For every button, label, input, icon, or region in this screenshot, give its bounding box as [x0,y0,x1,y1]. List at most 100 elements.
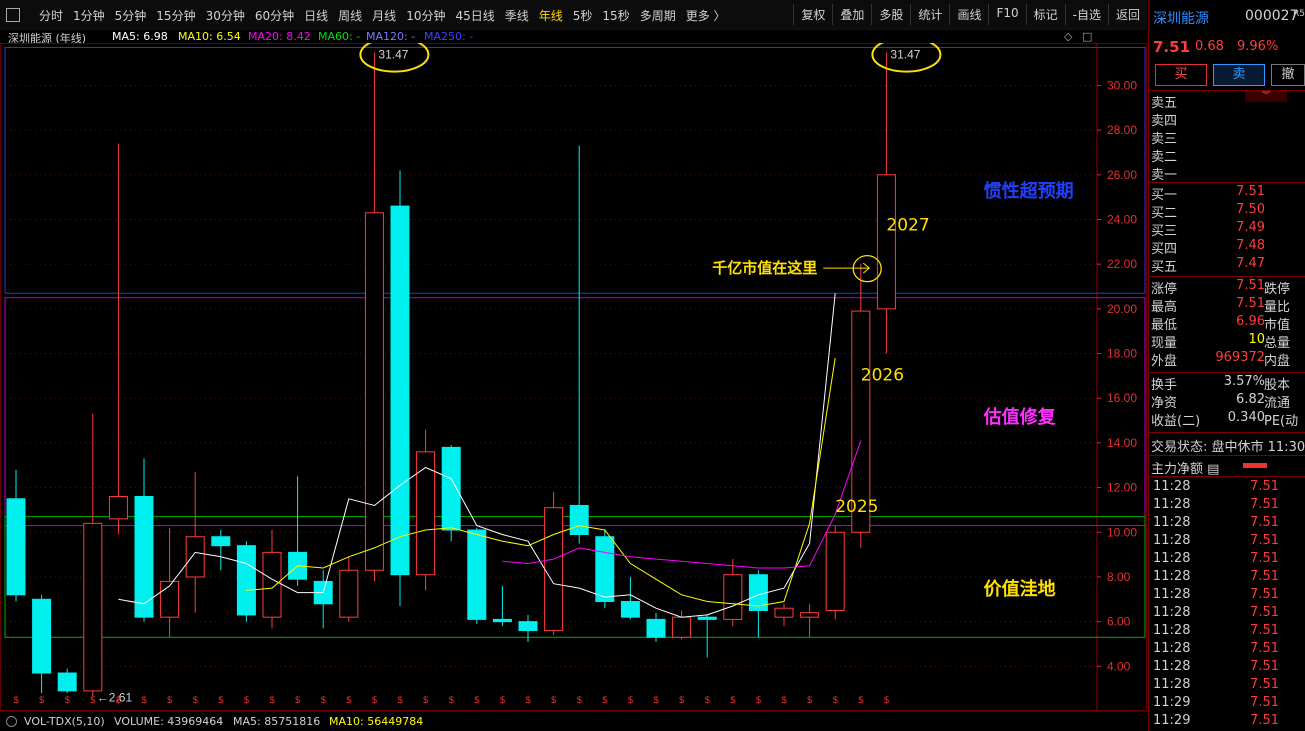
period-tab-9[interactable]: 10分钟 [401,7,450,24]
bid-row: 买四 7.48 [1151,238,1305,257]
price-label: 31.47 [890,48,920,62]
event-marker: $ [371,695,377,706]
tool-tab-2[interactable]: 多股 [871,4,910,25]
window-icon[interactable]: □ [1082,30,1092,43]
candle-down [390,205,410,576]
stat-value: 3.57% [1223,374,1265,389]
event-marker: $ [832,695,838,706]
tool-tab-1[interactable]: 叠加 [832,4,871,25]
bid-label: 买一 [1151,188,1178,203]
period-tab-3[interactable]: 15分钟 [151,7,200,24]
ma120-value: MA120: - [366,30,416,43]
period-tab-5[interactable]: 60分钟 [250,7,299,24]
ask-label: 卖三 [1151,132,1178,147]
tick-row: 11:28 7.51 [1151,677,1305,695]
period-toolbar: 分时 1分钟 5分钟 15分钟 30分钟 60分钟 日线 周线 月线 10分钟 45日线 季线 年线 5秒… [0,0,1147,30]
event-marker: $ [90,695,96,706]
candle-down [57,672,77,692]
y-tick-label: 30.00 [1107,78,1137,92]
tick-price: 7.51 [1250,677,1279,692]
zone-inertia [4,46,1146,294]
y-tick-label: 16.00 [1107,391,1137,405]
tick-time: 11:28 [1153,569,1191,584]
ask-row: 卖四 [1151,110,1305,129]
period-tab-2[interactable]: 5分钟 [110,7,152,24]
event-marker: $ [141,695,147,706]
tick-time: 11:29 [1153,713,1191,728]
period-tab-13[interactable]: 5秒 [568,7,598,24]
kline-chart[interactable]: 4.00 6.00 8.00 10.00 12.00 14.00 16.00 18.00 20.… [0,43,1147,711]
tick-row: 11:28 7.51 [1151,605,1305,623]
volume-bar: VOL-TDX(5,10) VOLUME: 43969464 MA5: 8575… [0,711,1147,731]
y-tick-label: 4.00 [1107,659,1131,673]
tick-row: 11:28 7.51 [1151,551,1305,569]
stat-label: 最高 [1151,300,1178,315]
period-tab-1[interactable]: 1分钟 [68,7,110,24]
tool-tab-7[interactable]: -自选 [1064,4,1108,25]
event-marker: $ [39,695,45,706]
bid-row: 买二 7.50 [1151,202,1305,221]
candle-up [672,616,692,638]
panel-divider [1149,432,1305,433]
price-label: ←2.61 [97,690,133,704]
annotation-text: 估值修复 [983,406,1057,428]
main-flow: 主力净额 ▤ [1151,458,1305,477]
ma250-value: MA250: - [424,30,474,43]
diamond-icon[interactable]: ◇ [1064,30,1072,43]
stat-value: 10 [1248,332,1265,347]
period-tab-6[interactable]: 日线 [299,7,333,24]
period-tab-8[interactable]: 月线 [367,7,401,24]
zone-repair [4,297,1146,527]
event-marker: $ [730,695,736,706]
y-tick-label: 6.00 [1107,615,1131,629]
stat-label: 收益(二) [1151,414,1201,429]
period-tab-16[interactable]: 更多 〉 [681,7,731,24]
tick-price: 7.51 [1250,479,1279,494]
tick-price: 7.51 [1250,551,1279,566]
stat-label: 涨停 [1151,282,1178,297]
tool-tab-6[interactable]: 标记 [1025,4,1065,25]
stat-row: 收益(二) 0.340 PE(动 [1151,410,1305,429]
event-marker: $ [755,695,761,706]
tool-tab-5[interactable]: F10 [988,4,1025,25]
bid-row: 买一 7.51 [1151,184,1305,203]
period-tab-0[interactable]: 分时 [34,7,68,24]
tick-row: 11:28 7.51 [1151,659,1305,677]
candle-up [800,612,820,618]
period-tab-7[interactable]: 周线 [333,7,367,24]
event-marker: $ [243,695,249,706]
panel-divider [1149,182,1305,183]
event-marker: $ [295,695,301,706]
period-tab-12[interactable]: 年线 [534,7,568,24]
volume-label: VOL-TDX(5,10) [24,715,105,728]
period-tab-15[interactable]: 多周期 [635,7,681,24]
period-tab-10[interactable]: 45日线 [450,7,499,24]
tool-tab-4[interactable]: 画线 [949,4,988,25]
stat-label-2: 量比 [1264,300,1291,315]
options-icon[interactable] [6,716,17,727]
event-marker: $ [499,695,505,706]
stat-row: 涨停 7.51 跌停 [1151,278,1305,297]
layout-icon[interactable] [6,8,20,22]
cancel-order-button[interactable]: 撤 [1271,64,1305,86]
period-tab-14[interactable]: 15秒 [597,7,634,24]
tool-tab-0[interactable]: 复权 [793,4,832,25]
buy-button[interactable]: 买 [1155,64,1207,86]
bid-row: 买五 7.47 [1151,256,1305,275]
tick-row: 11:29 7.51 [1151,695,1305,713]
tick-time: 11:28 [1153,479,1191,494]
event-marker: $ [858,695,864,706]
event-marker: $ [883,695,889,706]
bid-price: 7.51 [1236,184,1265,199]
tool-tab-8[interactable]: 返回 [1107,4,1147,25]
period-tab-11[interactable]: 季线 [500,7,534,24]
tool-tab-3[interactable]: 统计 [910,4,949,25]
bid-price: 7.50 [1236,202,1265,217]
ma5-value: MA5: 6.98 [112,30,168,43]
sell-button[interactable]: 卖 [1213,64,1265,86]
ask-row: 卖五 [1151,92,1305,111]
tick-price: 7.51 [1250,515,1279,530]
tick-price: 7.51 [1250,659,1279,674]
year-label: 2027 [886,216,929,236]
period-tab-4[interactable]: 30分钟 [201,7,250,24]
